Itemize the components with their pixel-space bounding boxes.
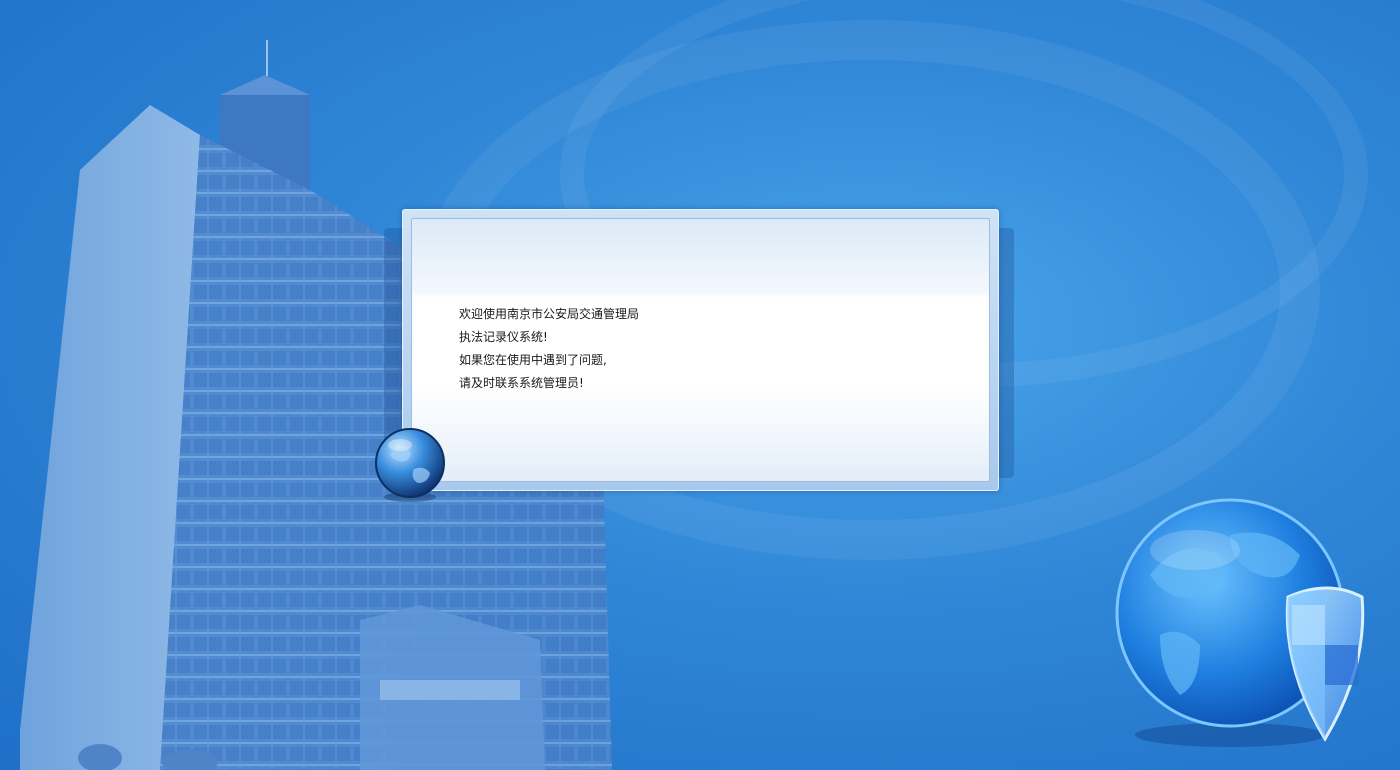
message-line: 请及时联系系统管理员!	[459, 376, 584, 390]
message-line: 如果您在使用中遇到了问题,	[459, 353, 607, 367]
message-line: 执法记录仪系统!	[459, 330, 548, 344]
message-line: 欢迎使用南京市公安局交通管理局	[459, 307, 640, 321]
dialog-content-panel: 欢迎使用南京市公安局交通管理局 执法记录仪系统! 如果您在使用中遇到了问题, 请…	[411, 218, 990, 482]
globe-shield-icon	[1115, 498, 1365, 747]
welcome-message: 欢迎使用南京市公安局交通管理局 执法记录仪系统! 如果您在使用中遇到了问题, 请…	[459, 303, 639, 395]
welcome-dialog: 欢迎使用南京市公安局交通管理局 执法记录仪系统! 如果您在使用中遇到了问题, 请…	[402, 209, 999, 491]
globe-icon	[375, 428, 445, 502]
